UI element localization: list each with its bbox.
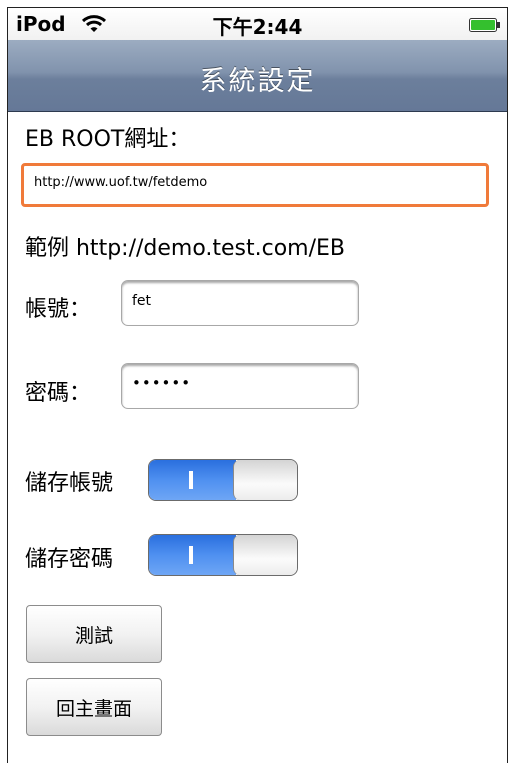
toggle-on-track [149,535,236,575]
password-field[interactable] [121,363,359,409]
example-text: 範例 http://demo.test.com/EB [25,236,346,261]
navigation-bar: 系統設定 [8,40,507,112]
home-button[interactable]: 回主畫面 [26,678,162,736]
password-label: 密碼： [25,381,92,406]
status-bar: iPod 下午2:44 [8,8,507,41]
save-password-label: 儲存密碼 [25,547,114,572]
password-input[interactable] [132,374,332,392]
toggle-on-icon [189,546,193,564]
page-title: 系統設定 [199,66,316,97]
root-url-field[interactable] [21,163,489,207]
save-account-label: 儲存帳號 [25,471,114,496]
toggle-on-icon [189,471,193,489]
app-screen: iPod 下午2:44 系統設定 EB ROOT網址： 範例 http://de… [7,7,508,763]
root-url-input[interactable] [34,175,474,190]
toggle-knob[interactable] [233,460,297,500]
battery-icon [469,17,501,36]
save-password-toggle[interactable] [148,534,298,576]
toggle-on-track [149,460,236,500]
test-button[interactable]: 測試 [26,605,162,663]
toggle-knob[interactable] [233,535,297,575]
save-account-toggle[interactable] [148,459,298,501]
account-input[interactable] [132,293,332,309]
root-url-label: EB ROOT網址： [25,127,191,152]
clock-label: 下午2:44 [212,15,303,39]
account-label: 帳號： [25,297,92,322]
account-field[interactable] [121,280,359,326]
